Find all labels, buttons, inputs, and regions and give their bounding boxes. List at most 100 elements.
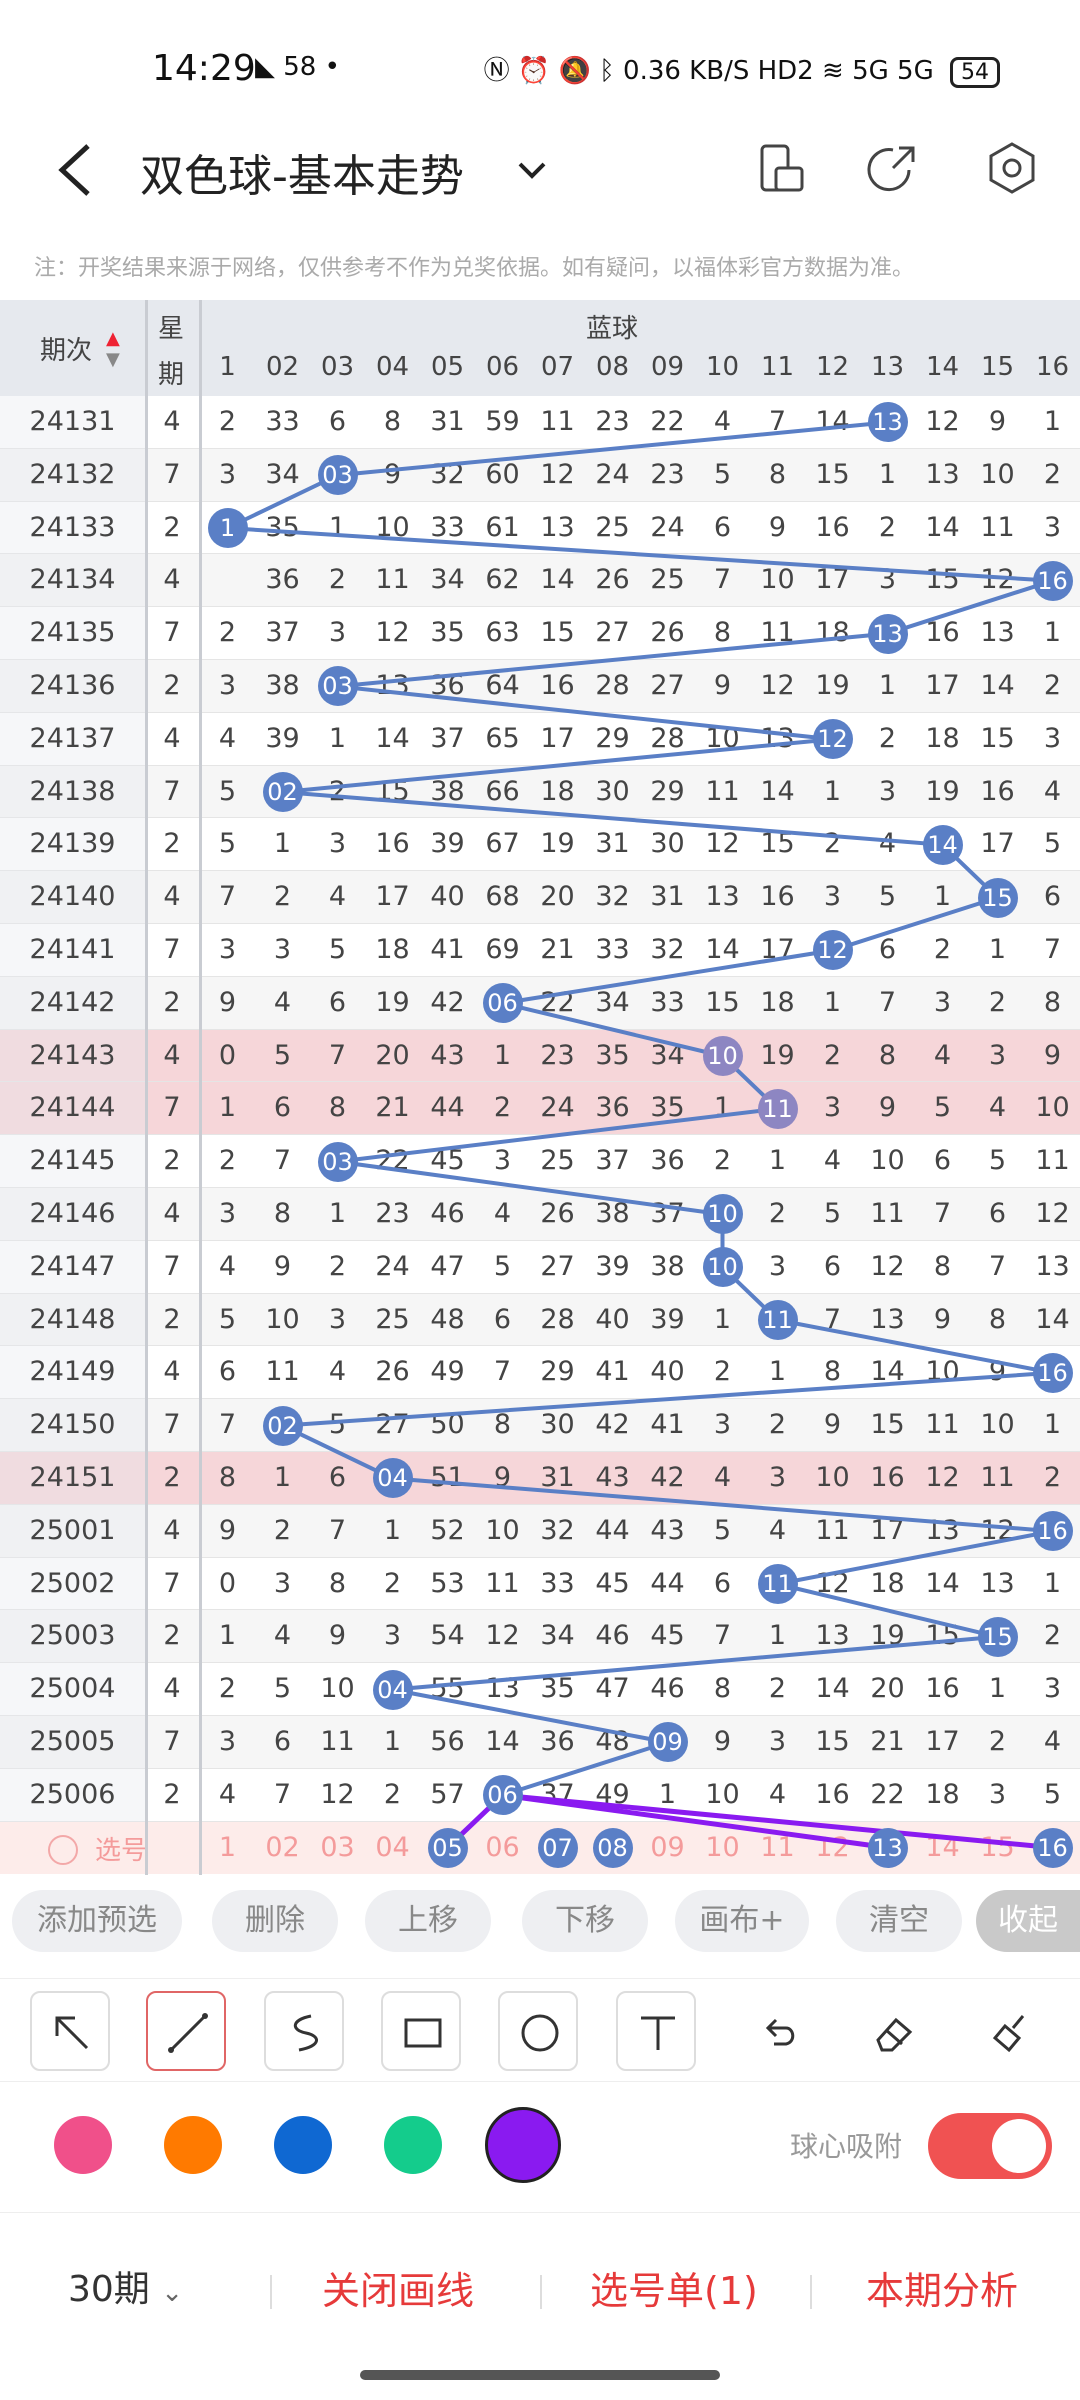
miss-count-cell[interactable]: 13 [530, 502, 585, 555]
blue-ball[interactable]: 09 [647, 1722, 688, 1763]
blue-ball[interactable]: 02 [262, 772, 303, 812]
period-selector[interactable]: 30期 ⌄ [68, 2260, 183, 2312]
miss-count-cell[interactable]: 26 [640, 607, 695, 660]
miss-count-cell[interactable]: 9 [970, 1346, 1025, 1399]
miss-count-cell[interactable]: 32 [530, 1505, 585, 1558]
miss-count-cell[interactable]: 6 [695, 502, 750, 555]
miss-count-cell[interactable]: 2 [805, 818, 860, 871]
miss-count-cell[interactable]: 16 [970, 766, 1025, 819]
miss-count-cell[interactable]: 6 [860, 924, 915, 977]
color-swatch[interactable] [54, 2116, 112, 2174]
miss-count-cell[interactable]: 35 [530, 1663, 585, 1716]
miss-count-cell[interactable]: 1 [750, 1610, 805, 1663]
miss-count-cell[interactable]: 11 [695, 766, 750, 819]
miss-count-cell[interactable]: 12 [1025, 1188, 1080, 1241]
select-number[interactable]: 1 [200, 1822, 255, 1875]
miss-count-cell[interactable]: 37 [255, 607, 310, 660]
miss-count-cell[interactable]: 3 [200, 449, 255, 502]
miss-count-cell[interactable]: 26 [365, 1346, 420, 1399]
miss-count-cell[interactable]: 1 [310, 713, 365, 766]
miss-count-cell[interactable]: 32 [585, 871, 640, 924]
miss-count-cell[interactable]: 19 [750, 1030, 805, 1083]
miss-count-cell[interactable]: 43 [420, 1030, 475, 1083]
selected-ball[interactable]: 07 [537, 1827, 578, 1868]
miss-count-cell[interactable]: 8 [475, 1399, 530, 1452]
blue-ball[interactable]: 10 [702, 1194, 743, 1235]
miss-count-cell[interactable]: 2 [310, 1241, 365, 1294]
miss-count-cell[interactable]: 1 [255, 1452, 310, 1505]
orientation-icon[interactable] [752, 138, 812, 198]
miss-count-cell[interactable]: 4 [200, 713, 255, 766]
miss-count-cell[interactable]: 6 [1025, 871, 1080, 924]
miss-count-cell[interactable]: 43 [585, 1452, 640, 1505]
eraser-tool[interactable] [853, 1991, 933, 2071]
miss-count-cell[interactable]: 8 [805, 1346, 860, 1399]
miss-count-cell[interactable]: 14 [530, 554, 585, 607]
miss-count-cell[interactable]: 35 [420, 607, 475, 660]
miss-count-cell[interactable]: 6 [310, 977, 365, 1030]
clear-drawing-tool[interactable] [970, 1991, 1050, 2071]
miss-count-cell[interactable]: 3 [915, 977, 970, 1030]
miss-count-cell[interactable]: 2 [805, 1030, 860, 1083]
miss-count-cell[interactable]: 4 [310, 871, 365, 924]
miss-count-cell[interactable]: 45 [585, 1558, 640, 1611]
select-number[interactable]: 09 [640, 1822, 695, 1875]
miss-count-cell[interactable]: 37 [585, 1135, 640, 1188]
miss-count-cell[interactable]: 14 [915, 1558, 970, 1611]
miss-count-cell[interactable]: 31 [530, 1452, 585, 1505]
miss-count-cell[interactable]: 9 [200, 977, 255, 1030]
miss-count-cell[interactable]: 42 [585, 1399, 640, 1452]
miss-count-cell[interactable]: 2 [970, 1716, 1025, 1769]
miss-count-cell[interactable]: 6 [255, 1082, 310, 1135]
miss-count-cell[interactable]: 29 [585, 713, 640, 766]
miss-count-cell[interactable]: 21 [530, 924, 585, 977]
miss-count-cell[interactable]: 42 [640, 1452, 695, 1505]
miss-count-cell[interactable]: 4 [200, 1769, 255, 1822]
color-swatch[interactable] [384, 2116, 442, 2174]
miss-count-cell[interactable]: 8 [310, 1558, 365, 1611]
miss-count-cell[interactable]: 20 [530, 871, 585, 924]
miss-count-cell[interactable]: 44 [640, 1558, 695, 1611]
miss-count-cell[interactable]: 25 [530, 1135, 585, 1188]
miss-count-cell[interactable]: 17 [750, 924, 805, 977]
miss-count-cell[interactable]: 1 [1025, 396, 1080, 449]
miss-count-cell[interactable]: 20 [860, 1663, 915, 1716]
miss-count-cell[interactable]: 3 [1025, 502, 1080, 555]
miss-count-cell[interactable]: 13 [475, 1663, 530, 1716]
miss-count-cell[interactable]: 1 [805, 766, 860, 819]
miss-count-cell[interactable]: 27 [585, 607, 640, 660]
miss-count-cell[interactable]: 2 [695, 1135, 750, 1188]
miss-count-cell[interactable]: 1 [805, 977, 860, 1030]
miss-count-cell[interactable]: 16 [365, 818, 420, 871]
miss-count-cell[interactable]: 7 [255, 1769, 310, 1822]
miss-count-cell[interactable]: 2 [860, 713, 915, 766]
select-number[interactable]: 02 [255, 1822, 310, 1875]
miss-count-cell[interactable]: 3 [970, 1769, 1025, 1822]
selected-ball[interactable]: 16 [1032, 1827, 1073, 1868]
miss-count-cell[interactable]: 17 [805, 554, 860, 607]
miss-count-cell[interactable]: 15 [750, 818, 805, 871]
miss-count-cell[interactable]: 3 [200, 1188, 255, 1241]
miss-count-cell[interactable]: 13 [1025, 1241, 1080, 1294]
miss-count-cell[interactable]: 3 [805, 1082, 860, 1135]
issue-column-header[interactable]: 期次 [40, 330, 92, 367]
miss-count-cell[interactable]: 10 [970, 449, 1025, 502]
miss-count-cell[interactable]: 18 [915, 1769, 970, 1822]
miss-count-cell[interactable]: 13 [970, 607, 1025, 660]
miss-count-cell[interactable]: 14 [970, 660, 1025, 713]
miss-count-cell[interactable]: 2 [200, 607, 255, 660]
close-drawing-button[interactable]: 关闭画线 [322, 2260, 474, 2315]
miss-count-cell[interactable]: 1 [475, 1030, 530, 1083]
miss-count-cell[interactable]: 15 [860, 1399, 915, 1452]
miss-count-cell[interactable]: 67 [475, 818, 530, 871]
miss-count-cell[interactable]: 20 [365, 1030, 420, 1083]
miss-count-cell[interactable]: 11 [860, 1188, 915, 1241]
miss-count-cell[interactable]: 3 [1025, 1663, 1080, 1716]
miss-count-cell[interactable]: 51 [420, 1452, 475, 1505]
miss-count-cell[interactable]: 3 [750, 1241, 805, 1294]
miss-count-cell[interactable]: 56 [420, 1716, 475, 1769]
miss-count-cell[interactable]: 53 [420, 1558, 475, 1611]
miss-count-cell[interactable]: 19 [530, 818, 585, 871]
miss-count-cell[interactable]: 4 [695, 396, 750, 449]
miss-count-cell[interactable]: 2 [255, 1505, 310, 1558]
